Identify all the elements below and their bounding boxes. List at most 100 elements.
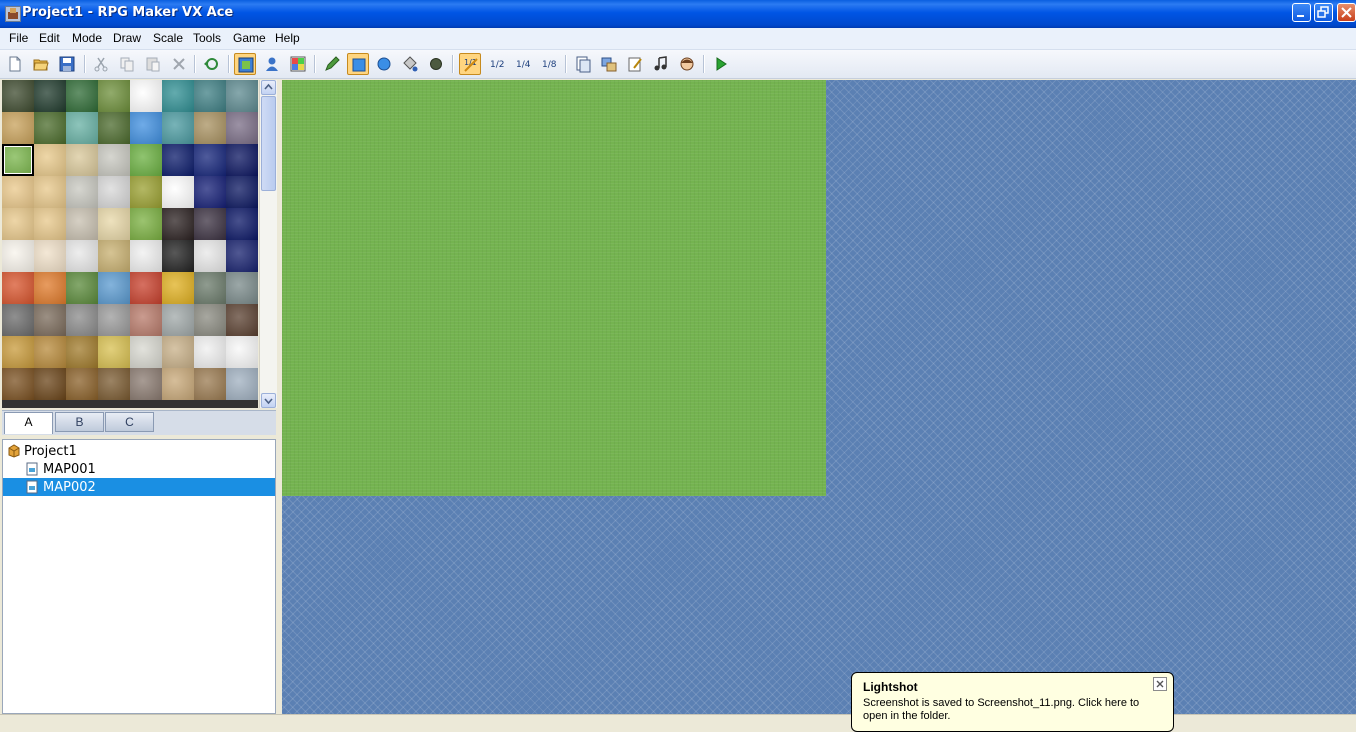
palette-tile[interactable] (2, 112, 34, 144)
palette-tile[interactable] (162, 240, 194, 272)
palette-tile[interactable] (130, 80, 162, 112)
palette-tile[interactable] (226, 336, 258, 368)
menu-scale[interactable]: Scale (153, 31, 183, 45)
palette-tile[interactable] (98, 80, 130, 112)
palette-tile[interactable] (226, 80, 258, 112)
palette-tile[interactable] (2, 336, 34, 368)
copy-icon[interactable] (116, 53, 138, 75)
palette-tile[interactable] (130, 304, 162, 336)
palette-tile[interactable] (194, 272, 226, 304)
undo-icon[interactable] (200, 53, 222, 75)
menu-game[interactable]: Game (233, 31, 266, 45)
close-button[interactable] (1337, 3, 1356, 22)
palette-tile[interactable] (130, 368, 162, 400)
palette-tile[interactable] (162, 176, 194, 208)
palette-tile[interactable] (130, 336, 162, 368)
pencil-icon[interactable] (321, 53, 343, 75)
palette-tile[interactable] (226, 112, 258, 144)
restore-button[interactable] (1314, 3, 1333, 22)
palette-tile[interactable] (34, 112, 66, 144)
palette-tile[interactable] (162, 304, 194, 336)
script-editor-icon[interactable] (624, 53, 646, 75)
minimize-button[interactable] (1292, 3, 1311, 22)
palette-tile[interactable] (66, 208, 98, 240)
menu-edit[interactable]: Edit (39, 31, 60, 45)
zoom-1-8-icon[interactable]: 1/8 (538, 53, 560, 75)
palette-tile[interactable] (162, 112, 194, 144)
palette-tile[interactable] (162, 80, 194, 112)
character-generator-icon[interactable] (676, 53, 698, 75)
palette-tile[interactable] (226, 368, 258, 400)
palette-tile[interactable] (2, 240, 34, 272)
palette-tile[interactable] (98, 208, 130, 240)
palette-tile[interactable] (98, 144, 130, 176)
palette-tile[interactable] (130, 112, 162, 144)
palette-tile[interactable] (130, 176, 162, 208)
palette-tile[interactable] (98, 176, 130, 208)
palette-tile[interactable] (34, 272, 66, 304)
palette-tile[interactable] (98, 368, 130, 400)
playtest-icon[interactable] (710, 53, 732, 75)
palette-tile[interactable] (34, 304, 66, 336)
menu-file[interactable]: File (9, 31, 28, 45)
palette-tile[interactable] (194, 304, 226, 336)
palette-tile[interactable] (194, 144, 226, 176)
palette-tile[interactable] (162, 272, 194, 304)
palette-tile[interactable] (2, 272, 34, 304)
menu-tools[interactable]: Tools (193, 31, 221, 45)
palette-tile[interactable] (34, 368, 66, 400)
tile-palette[interactable] (2, 80, 258, 408)
menu-help[interactable]: Help (275, 31, 300, 45)
paste-icon[interactable] (142, 53, 164, 75)
close-icon[interactable] (1153, 677, 1167, 691)
palette-tile[interactable] (98, 112, 130, 144)
tab-a[interactable]: A (4, 412, 53, 434)
palette-tile[interactable] (98, 336, 130, 368)
lightshot-notification[interactable]: Lightshot Screenshot is saved to Screens… (851, 672, 1174, 732)
palette-tile[interactable] (194, 240, 226, 272)
palette-tile[interactable] (66, 112, 98, 144)
palette-tile[interactable] (66, 336, 98, 368)
tree-item-map002[interactable]: MAP002 (3, 478, 275, 496)
palette-tile[interactable] (2, 80, 34, 112)
palette-tile[interactable] (66, 240, 98, 272)
ellipse-icon[interactable] (373, 53, 395, 75)
palette-tile[interactable] (162, 368, 194, 400)
palette-tile[interactable] (226, 144, 258, 176)
palette-tile[interactable] (66, 80, 98, 112)
map-layer-icon[interactable] (234, 53, 256, 75)
app-icon[interactable] (5, 6, 21, 22)
sound-test-icon[interactable] (650, 53, 672, 75)
scroll-down-icon[interactable] (261, 393, 276, 408)
palette-tile[interactable] (130, 208, 162, 240)
palette-tile[interactable] (226, 176, 258, 208)
notification-text[interactable]: Screenshot is saved to Screenshot_11.png… (863, 697, 1163, 723)
tree-project[interactable]: Project1 (3, 442, 275, 460)
tree-item-map001[interactable]: MAP001 (3, 460, 275, 478)
palette-tile[interactable] (66, 144, 98, 176)
new-project-icon[interactable] (4, 53, 26, 75)
palette-tile[interactable] (34, 208, 66, 240)
open-project-icon[interactable] (30, 53, 52, 75)
palette-tile[interactable] (194, 208, 226, 240)
flood-fill-icon[interactable] (399, 53, 421, 75)
palette-tile[interactable] (130, 144, 162, 176)
palette-tile[interactable] (34, 336, 66, 368)
scroll-up-icon[interactable] (261, 80, 276, 95)
palette-tile[interactable] (226, 304, 258, 336)
palette-tile[interactable] (98, 240, 130, 272)
palette-tile[interactable] (66, 304, 98, 336)
palette-tile[interactable] (34, 176, 66, 208)
palette-tile[interactable] (194, 368, 226, 400)
palette-tile[interactable] (66, 272, 98, 304)
zoom-1-2-icon[interactable]: 1/2 (486, 53, 508, 75)
palette-tile[interactable] (98, 304, 130, 336)
palette-tile[interactable] (194, 176, 226, 208)
palette-tile[interactable] (194, 336, 226, 368)
palette-tile[interactable] (130, 272, 162, 304)
rectangle-icon[interactable] (347, 53, 369, 75)
palette-tile[interactable] (194, 80, 226, 112)
menu-draw[interactable]: Draw (113, 31, 141, 45)
event-layer-icon[interactable] (261, 53, 283, 75)
zoom-1-4-icon[interactable]: 1/4 (512, 53, 534, 75)
